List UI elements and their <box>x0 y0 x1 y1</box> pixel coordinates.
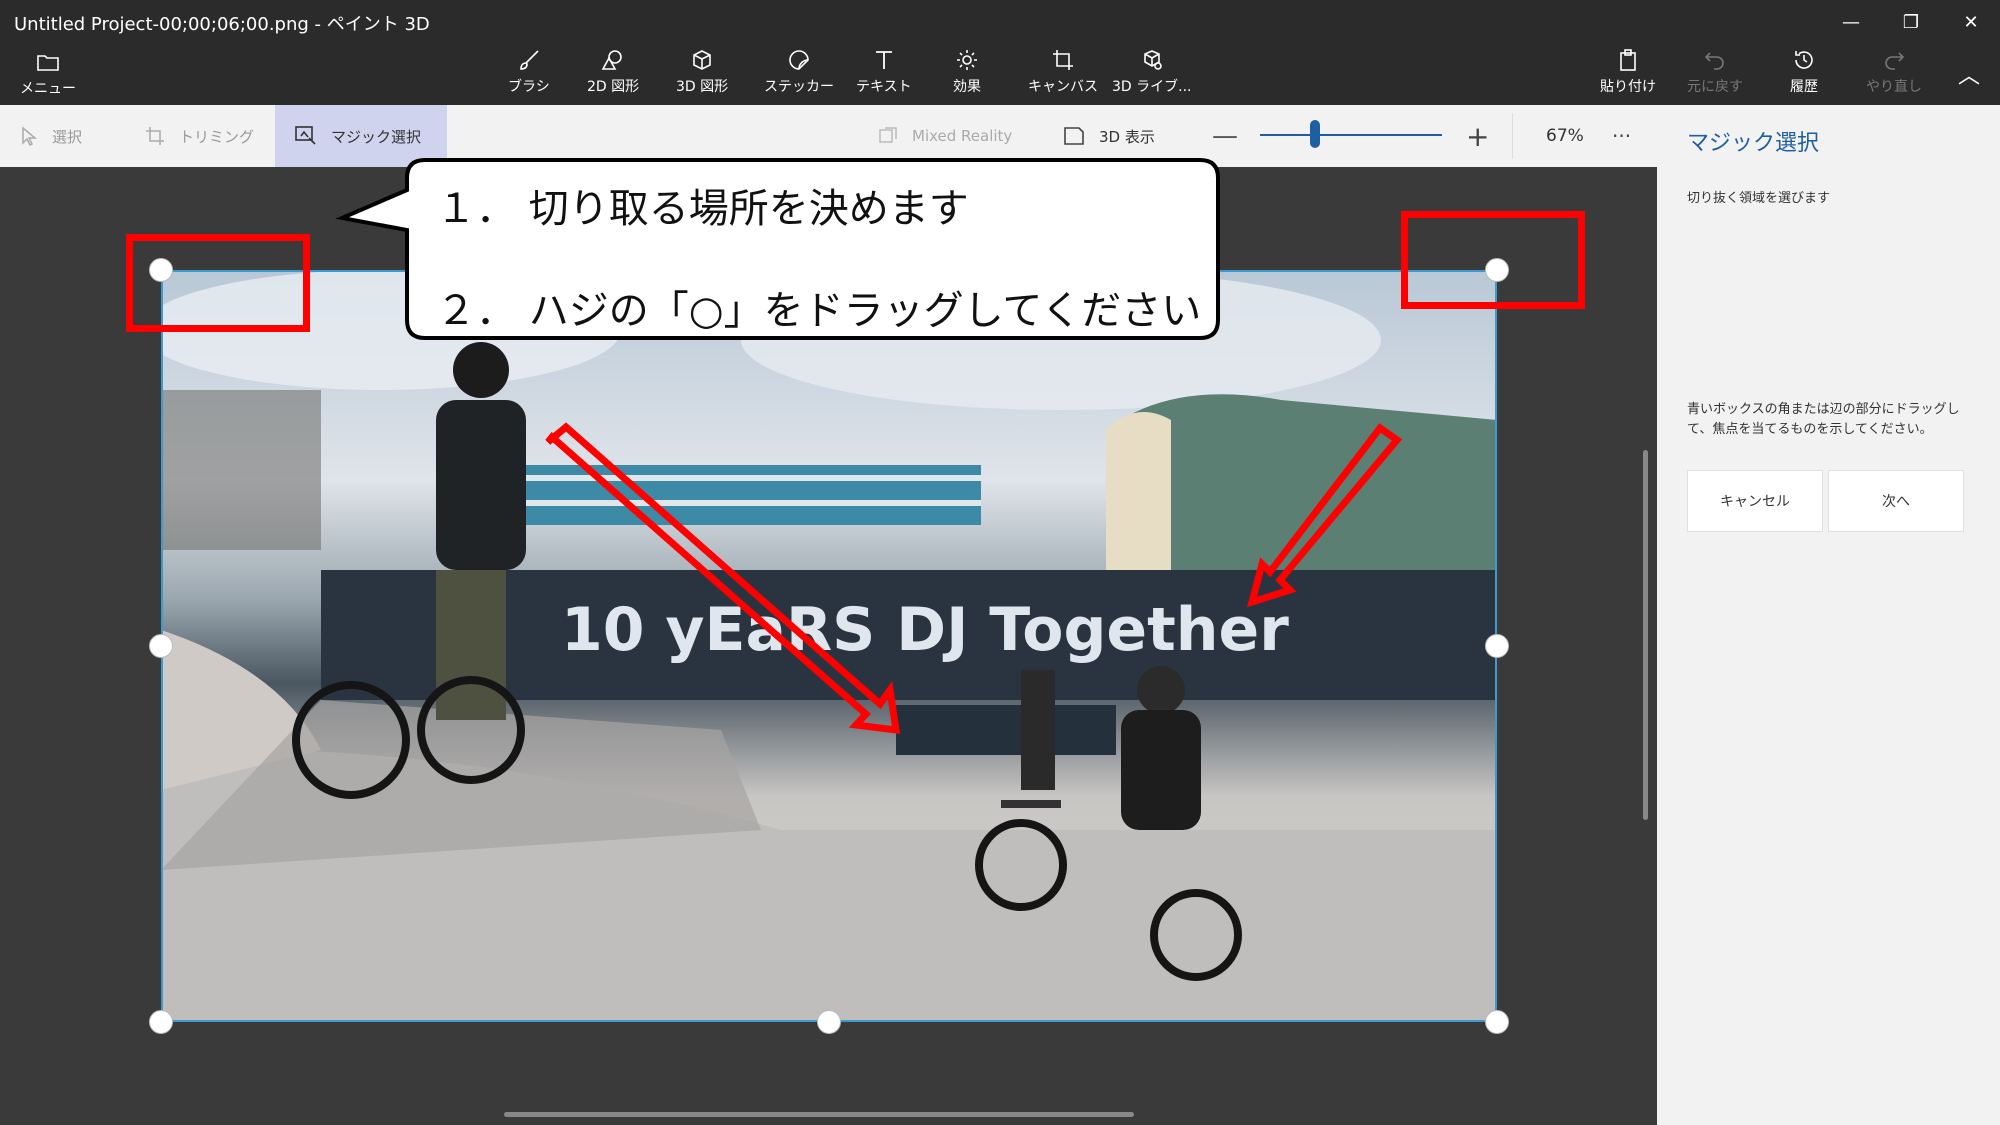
callout-line-1: １． 切り取る場所を決めます <box>436 186 969 232</box>
annotation-overlay <box>335 158 1403 735</box>
red-arrow-right <box>1246 423 1403 608</box>
callout-line-2: ２． ハジの「○」をドラッグしてください <box>436 288 1202 334</box>
red-arrow-left <box>545 422 901 735</box>
